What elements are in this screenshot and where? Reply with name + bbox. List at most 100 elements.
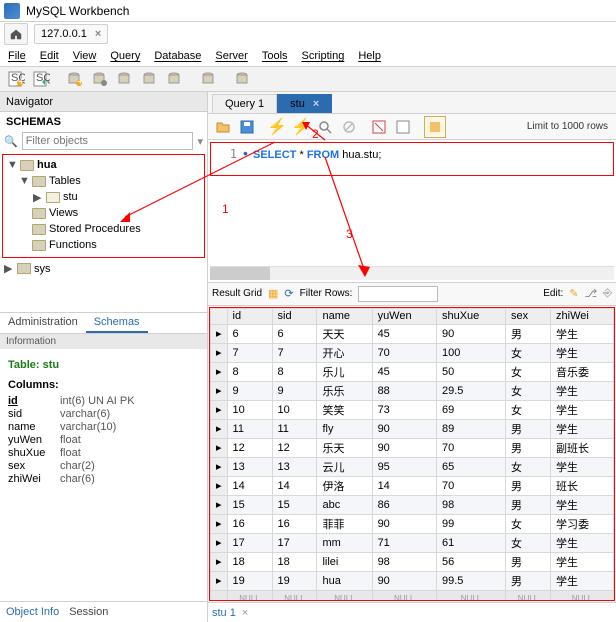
tree-views[interactable]: Views: [5, 205, 202, 221]
cell[interactable]: hua: [317, 571, 372, 590]
refresh-icon[interactable]: ⟳: [284, 287, 293, 300]
cell[interactable]: 19: [272, 571, 317, 590]
cell[interactable]: 8: [272, 362, 317, 381]
cell[interactable]: 16: [272, 514, 317, 533]
column-header[interactable]: name: [317, 308, 372, 324]
close-icon[interactable]: ×: [313, 98, 319, 110]
cell[interactable]: 女: [506, 400, 551, 419]
db-tool-icon[interactable]: [113, 68, 137, 90]
cell[interactable]: 12: [272, 438, 317, 457]
filter-options-icon[interactable]: ▾: [197, 135, 203, 148]
db-tool2-icon[interactable]: [138, 68, 162, 90]
cell[interactable]: 男: [506, 476, 551, 495]
menu-edit[interactable]: Edit: [40, 50, 59, 62]
db-tool4-icon[interactable]: [197, 68, 221, 90]
db-add-icon[interactable]: +: [63, 68, 87, 90]
result-tab-stu1[interactable]: stu 1: [212, 607, 236, 619]
grid-view-icon[interactable]: ▦: [268, 287, 278, 300]
cell[interactable]: 8: [227, 362, 272, 381]
filter-input[interactable]: [22, 132, 194, 150]
execute-current-icon[interactable]: ⚡: [290, 116, 312, 138]
result-grid-wrap[interactable]: idsidnameyuWenshuXuesexzhiWei ▸66天天4590男…: [209, 307, 615, 601]
cell[interactable]: 班长: [551, 476, 614, 495]
cell[interactable]: 女: [506, 362, 551, 381]
explain-icon[interactable]: [314, 116, 336, 138]
cell[interactable]: 6: [272, 324, 317, 343]
column-header[interactable]: zhiWei: [551, 308, 614, 324]
cell[interactable]: 乐天: [317, 438, 372, 457]
cell[interactable]: 15: [272, 495, 317, 514]
cell[interactable]: 学生: [551, 552, 614, 571]
column-header[interactable]: yuWen: [372, 308, 436, 324]
table-row[interactable]: ▸1616菲菲9099女学习委: [211, 514, 614, 533]
cell[interactable]: 男: [506, 552, 551, 571]
cell[interactable]: 男: [506, 571, 551, 590]
cell[interactable]: 10: [272, 400, 317, 419]
menu-view[interactable]: View: [73, 50, 97, 62]
cell[interactable]: 73: [372, 400, 436, 419]
cell[interactable]: 男: [506, 419, 551, 438]
connection-tab[interactable]: 127.0.0.1 ×: [34, 24, 108, 44]
table-row[interactable]: ▸1212乐天9070男副班长: [211, 438, 614, 457]
editor-hscroll[interactable]: [210, 266, 614, 280]
cell[interactable]: 90: [372, 419, 436, 438]
tree-funcs[interactable]: Functions: [5, 237, 202, 253]
cell[interactable]: 98: [436, 495, 505, 514]
execute-icon[interactable]: ⚡: [266, 116, 288, 138]
cell[interactable]: 学生: [551, 381, 614, 400]
cell[interactable]: 男: [506, 438, 551, 457]
cell[interactable]: 9: [272, 381, 317, 400]
cell[interactable]: 学生: [551, 533, 614, 552]
cell[interactable]: 6: [227, 324, 272, 343]
cell[interactable]: 11: [227, 419, 272, 438]
table-row[interactable]: ▸1717mm7161女学生: [211, 533, 614, 552]
close-icon[interactable]: ×: [95, 28, 101, 40]
tree-tables[interactable]: ▼Tables: [5, 173, 202, 189]
cell[interactable]: 笑笑: [317, 400, 372, 419]
table-row[interactable]: ▸1919hua9099.5男学生: [211, 571, 614, 590]
cell[interactable]: 13: [227, 457, 272, 476]
cell[interactable]: 开心: [317, 343, 372, 362]
cell[interactable]: 学生: [551, 457, 614, 476]
cell[interactable]: 69: [436, 400, 505, 419]
db-gear-icon[interactable]: [88, 68, 112, 90]
new-sql-icon[interactable]: SQL+: [4, 68, 28, 90]
column-header[interactable]: shuXue: [436, 308, 505, 324]
cell[interactable]: 29.5: [436, 381, 505, 400]
cell[interactable]: 学生: [551, 324, 614, 343]
cell[interactable]: 16: [227, 514, 272, 533]
cell[interactable]: 13: [272, 457, 317, 476]
tree-table-stu[interactable]: ▶stu: [5, 189, 202, 205]
cell[interactable]: 19: [227, 571, 272, 590]
cell[interactable]: 男: [506, 324, 551, 343]
cell[interactable]: 11: [272, 419, 317, 438]
cell[interactable]: 男: [506, 495, 551, 514]
filter-rows-input[interactable]: [358, 286, 438, 302]
tab-query-1[interactable]: Query 1: [212, 94, 277, 113]
cell[interactable]: 14: [372, 476, 436, 495]
menu-scripting[interactable]: Scripting: [302, 50, 345, 62]
cell[interactable]: 50: [436, 362, 505, 381]
cell[interactable]: 99: [436, 514, 505, 533]
cell[interactable]: 17: [227, 533, 272, 552]
menu-database[interactable]: Database: [154, 50, 201, 62]
cell[interactable]: 9: [227, 381, 272, 400]
tab-schemas[interactable]: Schemas: [86, 313, 148, 333]
cell[interactable]: 副班长: [551, 438, 614, 457]
cell[interactable]: 乐乐: [317, 381, 372, 400]
cell[interactable]: 14: [227, 476, 272, 495]
cell[interactable]: 56: [436, 552, 505, 571]
table-row[interactable]: ▸88乐儿4550女音乐委: [211, 362, 614, 381]
tree-db[interactable]: ▼hua: [5, 157, 202, 173]
cell[interactable]: 90: [372, 438, 436, 457]
cell[interactable]: 女: [506, 343, 551, 362]
toggle2-icon[interactable]: [392, 116, 414, 138]
cell[interactable]: 学生: [551, 343, 614, 362]
cell[interactable]: 70: [372, 343, 436, 362]
cell[interactable]: 90: [372, 514, 436, 533]
cell[interactable]: 云儿: [317, 457, 372, 476]
cell[interactable]: 18: [272, 552, 317, 571]
cell[interactable]: 14: [272, 476, 317, 495]
cell[interactable]: 61: [436, 533, 505, 552]
cell[interactable]: 98: [372, 552, 436, 571]
